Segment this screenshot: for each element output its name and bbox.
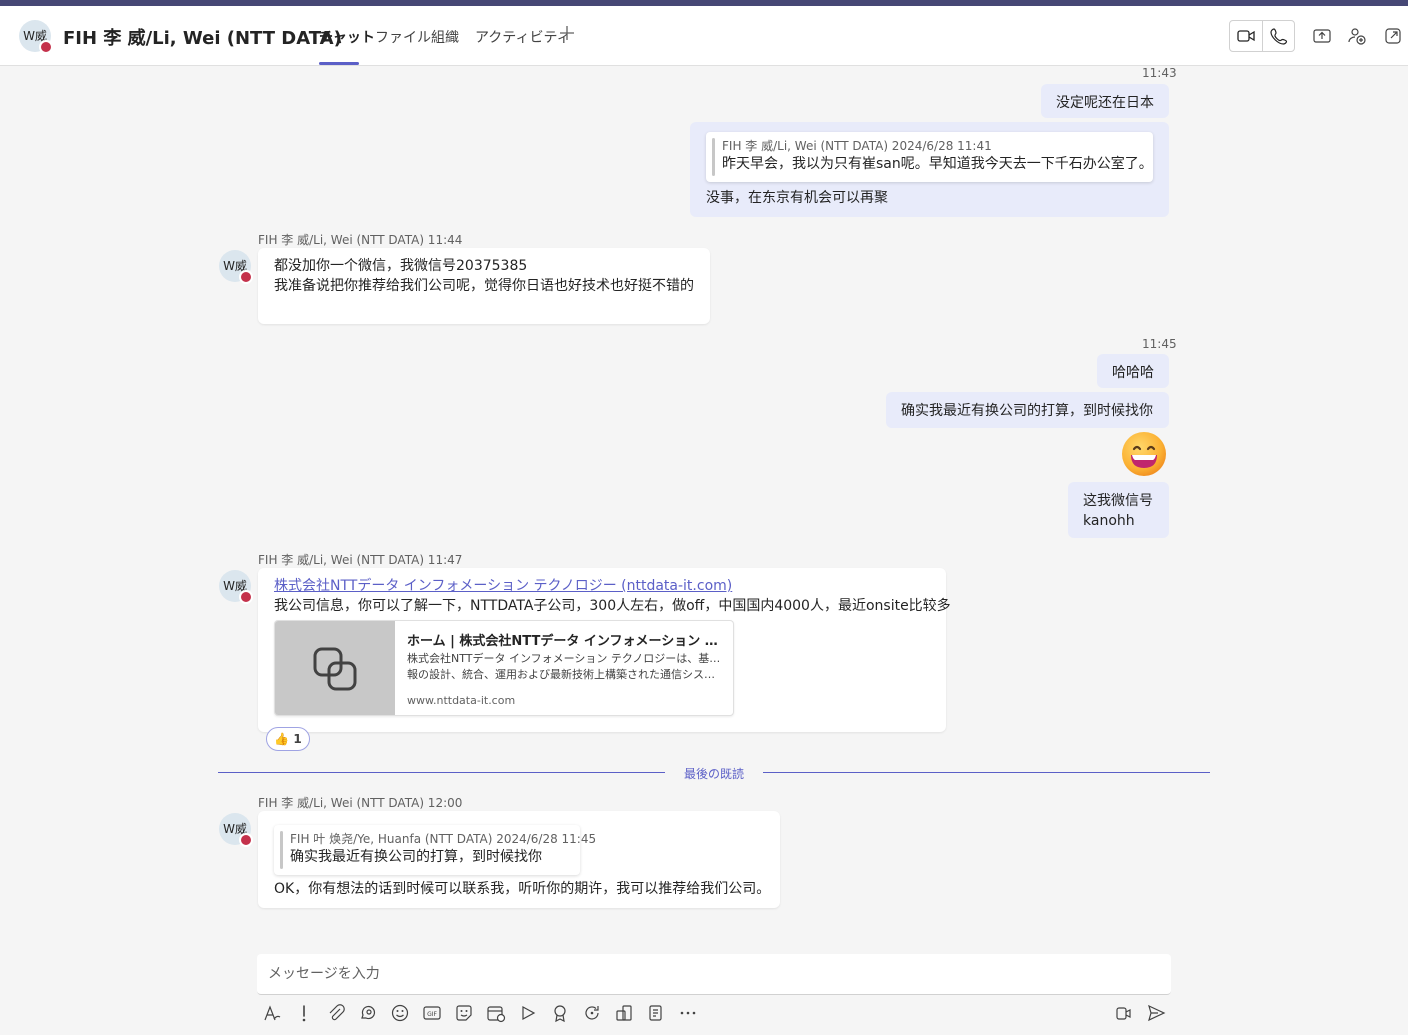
my-message[interactable]: 哈哈哈 (1097, 354, 1169, 388)
message-text: 没定呢还在日本 (1056, 95, 1154, 111)
message-text: 确实我最近有换公司的打算，到时候找你 (901, 403, 1153, 419)
reaction-like[interactable]: 👍 1 (266, 727, 310, 751)
grinning-face-icon[interactable] (1120, 430, 1168, 478)
send-icon[interactable] (1146, 1003, 1166, 1023)
compose-box (257, 954, 1171, 995)
call-button-group (1229, 20, 1295, 52)
gif-icon[interactable]: GIF (422, 1003, 442, 1023)
message-text: OK，你有想法的话到时候可以联系我，听听你的期许，我可以推荐给我们公司。 (274, 881, 771, 897)
video-call-icon[interactable] (1236, 26, 1256, 46)
svg-text:GIF: GIF (427, 1011, 437, 1018)
avatar[interactable]: W威 (219, 570, 253, 604)
dictate-icon[interactable] (1114, 1003, 1134, 1023)
reaction-count: 1 (293, 732, 302, 746)
updates-icon[interactable] (582, 1003, 602, 1023)
my-message[interactable]: 这我微信号 kanohh (1068, 482, 1169, 538)
presence-busy-icon (239, 590, 253, 604)
plus-icon (560, 26, 574, 40)
active-tab-indicator (319, 62, 359, 65)
last-read-divider (218, 772, 665, 773)
apps-icon[interactable] (614, 1003, 634, 1023)
message-text: 哈哈哈 (1112, 365, 1154, 381)
chat-header: W威 FIH 李 威/Li, Wei (NTT DATA) チャット ファイル … (0, 6, 1408, 66)
quote-header: FIH 叶 焕尧/Ye, Huanfa (NTT DATA) 2024/6/28… (290, 832, 597, 846)
quote-text: 昨天早会，我以为只有崔san呢。早知道我今天去一下千石办公室了。 (722, 156, 1153, 172)
avatar[interactable]: W威 (19, 20, 53, 54)
their-message[interactable]: FIH 叶 焕尧/Ye, Huanfa (NTT DATA) 2024/6/28… (258, 811, 780, 908)
divider (1262, 21, 1263, 51)
pop-out-icon[interactable] (1383, 26, 1403, 46)
message-text: 这我微信号 (1083, 493, 1153, 509)
more-icon[interactable] (678, 1003, 698, 1023)
avatar[interactable]: W威 (219, 250, 253, 284)
share-screen-icon[interactable] (1312, 26, 1332, 46)
link-preview-desc-line: 株式会社NTTデータ インフォメーション テクノロジーは、基幹業務情 (407, 652, 723, 665)
loop-icon[interactable] (358, 1003, 378, 1023)
message-timestamp: 11:45 (1142, 337, 1177, 351)
last-read-divider (763, 772, 1210, 773)
my-message[interactable]: 没定呢还在日本 (1041, 84, 1169, 118)
presence-busy-icon (39, 40, 53, 54)
message-sender: FIH 李 威/Li, Wei (NTT DATA) 11:44 (258, 233, 463, 247)
message-text: 都没加你一个微信，我微信号20375385 (274, 258, 528, 274)
stream-icon[interactable] (518, 1003, 538, 1023)
message-text: 我公司信息，你可以了解一下，NTTDATA子公司，300人左右，做off，中国国… (274, 598, 951, 614)
message-sender: FIH 李 威/Li, Wei (NTT DATA) 12:00 (258, 796, 463, 810)
important-icon[interactable] (294, 1003, 314, 1023)
tab-chat[interactable]: チャット (319, 27, 375, 47)
message-input[interactable] (257, 954, 1171, 994)
attach-icon[interactable] (326, 1003, 346, 1023)
link-preview-url: www.nttdata-it.com (407, 694, 516, 707)
schedule-meeting-icon[interactable] (486, 1003, 506, 1023)
quoted-message[interactable]: FIH 李 威/Li, Wei (NTT DATA) 2024/6/28 11:… (706, 132, 1153, 182)
avatar[interactable]: W威 (219, 813, 253, 847)
their-message[interactable]: 株式会社NTTデータ インフォメーション テクノロジー (nttdata-it.… (258, 568, 951, 732)
tab-activity[interactable]: アクティビティ (475, 27, 571, 47)
link-icon (313, 647, 357, 691)
quoted-message[interactable]: FIH 叶 焕尧/Ye, Huanfa (NTT DATA) 2024/6/28… (274, 825, 597, 875)
link-preview-desc-line: 報の設計、統合、運用および最新技術上構築された通信システム (407, 668, 723, 681)
sticker-icon[interactable] (454, 1003, 474, 1023)
message-text: 没事，在东京有机会可以再聚 (706, 190, 888, 206)
emoji-icon[interactable] (390, 1003, 410, 1023)
tab-org[interactable]: 組織 (431, 27, 459, 47)
my-message[interactable]: FIH 李 威/Li, Wei (NTT DATA) 2024/6/28 11:… (690, 122, 1169, 217)
message-text: kanohh (1083, 513, 1135, 529)
presence-busy-icon (239, 270, 253, 284)
message-text: 我准备说把你推荐给我们公司呢，觉得你日语也好技术也好挺不错的 (274, 278, 694, 294)
link-preview-thumbnail (275, 621, 395, 715)
presence-busy-icon (239, 833, 253, 847)
message-sender: FIH 李 威/Li, Wei (NTT DATA) 11:47 (258, 553, 463, 567)
thumbs-up-icon: 👍 (274, 732, 290, 746)
add-people-icon[interactable] (1347, 26, 1367, 46)
format-icon[interactable] (262, 1003, 282, 1023)
quote-header: FIH 李 威/Li, Wei (NTT DATA) 2024/6/28 11:… (722, 139, 992, 153)
last-read-label: 最後の既読 (683, 767, 744, 781)
their-message[interactable]: 都没加你一个微信，我微信号20375385 我准备说把你推荐给我们公司呢，觉得你… (258, 248, 710, 324)
audio-call-icon[interactable] (1269, 26, 1289, 46)
message-link[interactable]: 株式会社NTTデータ インフォメーション テクノロジー (nttdata-it.… (274, 576, 930, 596)
link-preview-title: ホーム | 株式会社NTTデータ インフォメーション テクノロジー (407, 634, 723, 649)
link-preview-description: 株式会社NTTデータ インフォメーション テクノロジーは、基幹業務情 報の設計、… (407, 651, 723, 683)
add-tab-button[interactable] (559, 22, 575, 46)
tab-files[interactable]: ファイル (375, 27, 431, 47)
praise-icon[interactable] (550, 1003, 570, 1023)
approvals-icon[interactable] (646, 1003, 666, 1023)
quote-text: 确实我最近有换公司的打算，到时候找你 (290, 849, 542, 865)
page-title[interactable]: FIH 李 威/Li, Wei (NTT DATA) (63, 24, 342, 50)
message-timestamp: 11:43 (1142, 66, 1177, 80)
my-message[interactable]: 确实我最近有换公司的打算，到时候找你 (886, 392, 1169, 428)
link-preview-card[interactable]: ホーム | 株式会社NTTデータ インフォメーション テクノロジー 株式会社NT… (274, 620, 734, 716)
